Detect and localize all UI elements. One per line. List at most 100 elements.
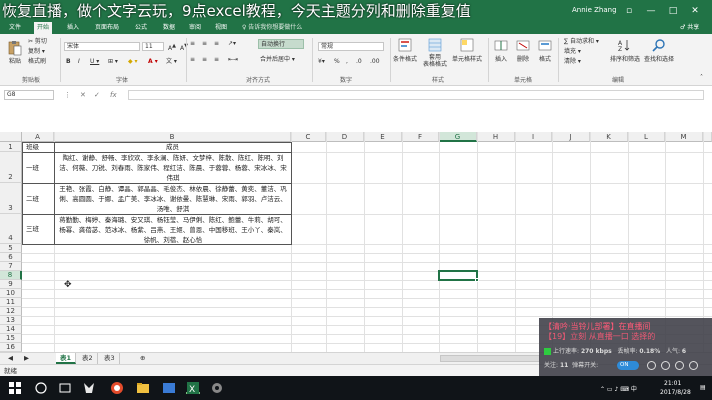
insert-cells-button[interactable]: 插入 <box>490 38 512 63</box>
tab-view[interactable]: 视图 <box>212 22 230 34</box>
column-header-f[interactable]: F <box>402 132 439 142</box>
row-header-2[interactable]: 2 <box>0 152 22 183</box>
paste-button[interactable]: 粘贴 <box>4 40 26 65</box>
column-header-d[interactable]: D <box>326 132 364 142</box>
cell-a4[interactable]: 三班 <box>26 224 39 234</box>
autosum-button[interactable]: ∑ 自动求和 ▾ <box>564 38 599 46</box>
percent-icon[interactable]: % <box>334 58 340 66</box>
row-header-10[interactable]: 10 <box>0 289 22 298</box>
clock-time[interactable]: 21:01 <box>664 380 681 387</box>
decrease-decimal-icon[interactable]: .00 <box>370 58 380 66</box>
collapse-ribbon-icon[interactable]: ˄ <box>700 74 703 82</box>
cell-a1[interactable]: 班级 <box>26 142 39 152</box>
app-icon-ball[interactable] <box>110 380 124 394</box>
danmaku-toggle[interactable]: ON <box>617 361 639 370</box>
align-bottom-icon[interactable]: ≡ <box>214 40 219 48</box>
sheet-scroll-right-icon[interactable]: ▶ <box>20 353 33 364</box>
row-header-15[interactable]: 15 <box>0 334 22 343</box>
find-select-button[interactable]: 查找和选择 <box>642 38 676 63</box>
fill-handle[interactable] <box>475 278 479 282</box>
column-header-e[interactable]: E <box>364 132 402 142</box>
row-header-3[interactable]: 3 <box>0 183 22 214</box>
row-header-7[interactable]: 7 <box>0 262 22 271</box>
column-header-a[interactable]: A <box>22 132 54 142</box>
border-icon[interactable]: ⊞ ▾ <box>108 58 118 66</box>
row-header-1[interactable]: 1 <box>0 142 22 152</box>
share-button[interactable]: ♂ 共享 <box>680 22 699 34</box>
conditional-format-button[interactable]: 条件格式 <box>392 38 418 63</box>
column-header-g[interactable]: G <box>439 132 477 142</box>
cell-a2[interactable]: 一班 <box>26 163 39 173</box>
row-header-9[interactable]: 9 <box>0 280 22 289</box>
notification-icon[interactable]: ▤ <box>700 384 706 391</box>
tab-formulas[interactable]: 公式 <box>132 22 150 34</box>
settings-icon[interactable] <box>647 361 656 370</box>
excel-taskbar-icon[interactable]: X <box>186 380 200 395</box>
clock-date[interactable]: 2017/8/28 <box>660 389 691 396</box>
sheet-tab-3[interactable]: 表3 <box>100 353 120 364</box>
user-name[interactable]: Annie Zhang <box>572 4 617 16</box>
cortana-icon[interactable] <box>34 380 48 394</box>
cell-b4[interactable]: 蒋勤勤、梅婷、秦海璐、安又琪、杨钰莹、马伊俐、陈红、鲍蕾、牛莉、胡可、杨幂、龚蓓… <box>57 215 289 245</box>
font-name-select[interactable]: 宋体 <box>64 42 140 51</box>
app-icon-gear[interactable] <box>210 380 224 394</box>
format-as-table-button[interactable]: 套用 表格格式 <box>422 38 448 68</box>
italic-button[interactable]: I <box>78 58 80 66</box>
column-header-l[interactable]: L <box>628 132 665 142</box>
task-view-icon[interactable] <box>58 380 72 394</box>
select-all-corner[interactable] <box>0 132 22 142</box>
column-header-c[interactable]: C <box>291 132 326 142</box>
fill-button[interactable]: 填充 ▾ <box>564 48 581 56</box>
tab-data[interactable]: 数据 <box>160 22 178 34</box>
formula-input[interactable] <box>128 90 704 100</box>
row-header-8[interactable]: 8 <box>0 271 22 280</box>
wrap-text-button[interactable]: 自动换行 <box>258 39 304 49</box>
camera-icon[interactable] <box>675 361 684 370</box>
row-header-13[interactable]: 13 <box>0 316 22 325</box>
comma-icon[interactable]: , <box>346 58 348 66</box>
column-header-j[interactable]: J <box>552 132 590 142</box>
app-icon-fox[interactable] <box>82 380 96 394</box>
underline-button[interactable]: U ▾ <box>90 58 99 66</box>
cell-b2[interactable]: 陶红、谢静、舒畅、李欣欢、李永澜、陈妍、文梦梓、陈散、陈红、陈明、刘洁、何薇、刀… <box>57 153 289 183</box>
merge-center-button[interactable]: 合并后居中 ▾ <box>260 56 295 64</box>
sheet-tab-1[interactable]: 表1 <box>56 353 77 364</box>
fill-color-icon[interactable]: ◆ ▾ <box>128 58 138 66</box>
copy-button[interactable]: 复制 ▾ <box>28 48 45 56</box>
selected-cell-g8[interactable] <box>438 270 478 281</box>
grow-font-icon[interactable]: A▲ <box>168 42 176 53</box>
indent-icon[interactable]: ⇤⇥ <box>228 56 238 64</box>
increase-decimal-icon[interactable]: .0 <box>356 58 362 66</box>
column-header-h[interactable]: H <box>477 132 515 142</box>
column-header-i[interactable]: I <box>515 132 552 142</box>
power-icon[interactable] <box>689 361 698 370</box>
align-right-icon[interactable]: ≡ <box>214 56 219 64</box>
enter-icon[interactable]: ✓ <box>94 90 100 100</box>
align-middle-icon[interactable]: ≡ <box>202 40 207 48</box>
tell-me-box[interactable]: ♀ 告诉我你想要做什么 <box>242 22 302 34</box>
column-header-b[interactable]: B <box>54 132 291 142</box>
column-header-k[interactable]: K <box>590 132 628 142</box>
delete-cells-button[interactable]: 删除 <box>512 38 534 63</box>
app-icon-window[interactable] <box>162 380 176 394</box>
format-painter-button[interactable]: 格式刷 <box>28 58 46 66</box>
cell-styles-button[interactable]: 单元格样式 <box>450 38 484 63</box>
cell-b3[interactable]: 王艳、张霞、白静、谭晶、郭晶晶、毛俊杰、林依晨、徐静蕾、黄奕、董洁、巩俐、高圆圆… <box>57 184 289 214</box>
tab-review[interactable]: 审阅 <box>186 22 204 34</box>
clear-button[interactable]: 清除 ▾ <box>564 58 581 66</box>
insert-function-icon[interactable]: fx <box>110 90 117 100</box>
row-header-14[interactable]: 14 <box>0 325 22 334</box>
align-left-icon[interactable]: ≡ <box>190 56 195 64</box>
cell-b1[interactable]: 成员 <box>54 142 291 152</box>
minimize-button[interactable]: — <box>640 0 662 22</box>
tab-file[interactable]: 文件 <box>6 22 24 34</box>
phonetic-icon[interactable]: 文 ▾ <box>166 58 177 66</box>
sort-filter-button[interactable]: AZ 排序和筛选 <box>608 38 642 63</box>
currency-icon[interactable]: ¥▾ <box>318 58 325 66</box>
row-header-12[interactable]: 12 <box>0 307 22 316</box>
number-format-select[interactable]: 常规 <box>318 42 384 51</box>
align-top-icon[interactable]: ≡ <box>190 40 195 48</box>
row-header-4[interactable]: 4 <box>0 214 22 244</box>
cell-a3[interactable]: 二班 <box>26 194 39 204</box>
file-explorer-icon[interactable] <box>136 380 150 394</box>
